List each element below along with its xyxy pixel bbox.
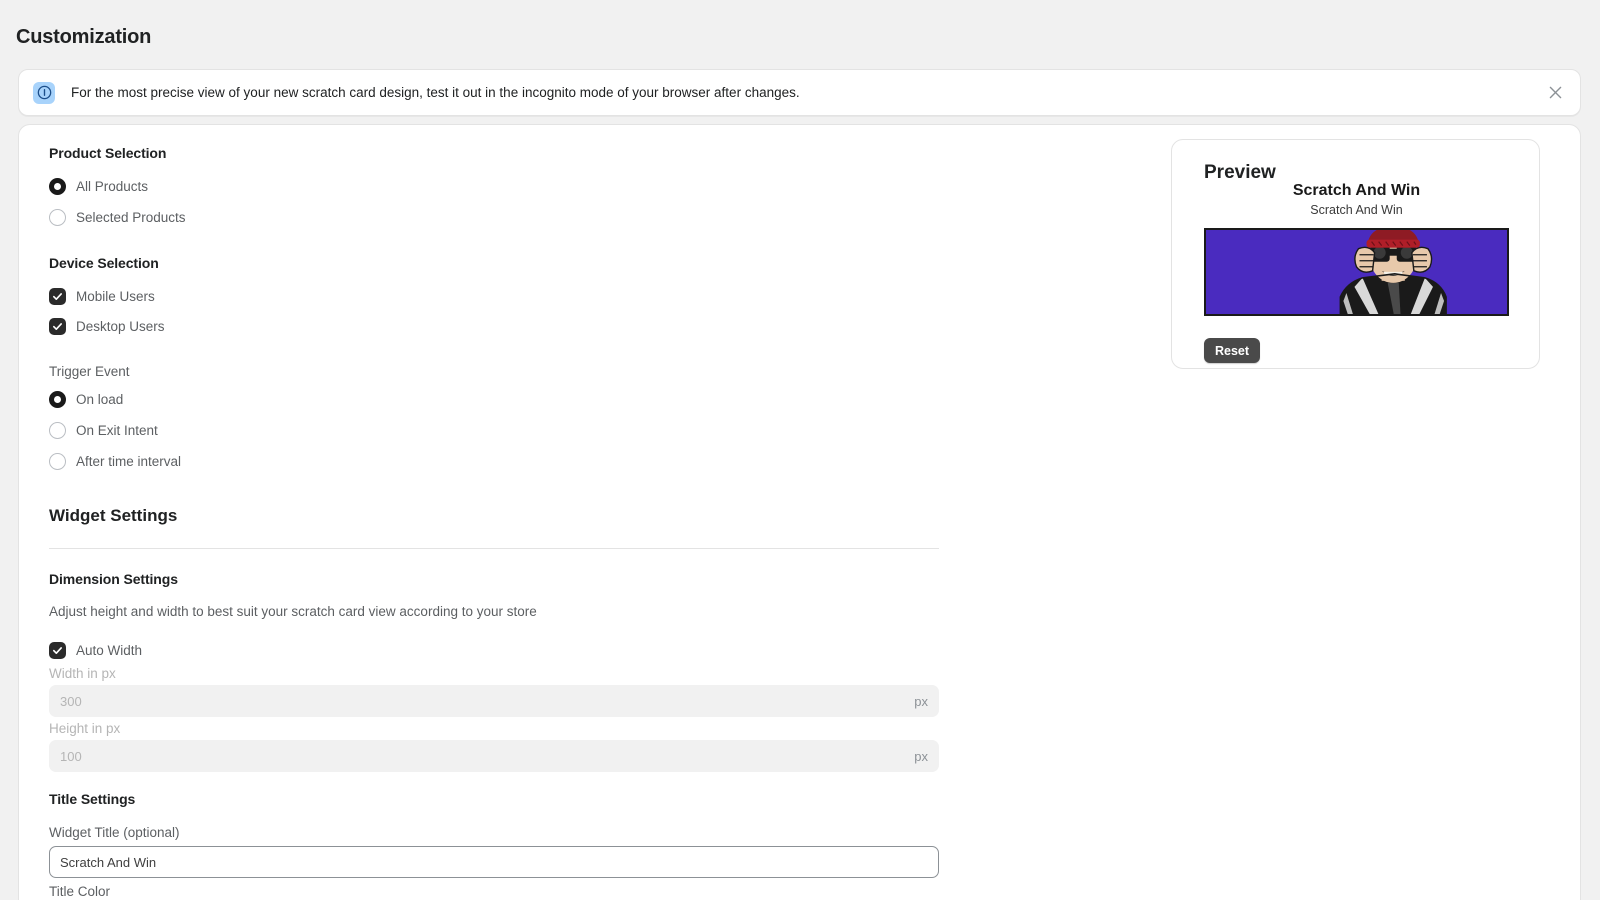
checkbox-desktop-users[interactable]: Desktop Users bbox=[49, 314, 954, 338]
width-field-label: Width in px bbox=[49, 666, 116, 681]
radio-selected-products[interactable]: Selected Products bbox=[49, 205, 954, 229]
radio-label: Selected Products bbox=[76, 209, 186, 225]
dimension-settings-heading: Dimension Settings bbox=[49, 571, 178, 587]
checkbox-auto-width[interactable]: Auto Width bbox=[49, 638, 954, 662]
trigger-event-label: Trigger Event bbox=[49, 364, 130, 379]
checkbox-label: Desktop Users bbox=[76, 318, 165, 334]
widget-title-input[interactable]: Scratch And Win bbox=[49, 846, 939, 878]
radio-label: On Exit Intent bbox=[76, 422, 158, 438]
widget-title-input-value: Scratch And Win bbox=[60, 854, 157, 870]
height-input-value: 100 bbox=[60, 748, 82, 764]
customization-card: Product Selection All Products Selected … bbox=[18, 124, 1581, 900]
width-input[interactable]: 300 px bbox=[49, 685, 939, 717]
height-input[interactable]: 100 px bbox=[49, 740, 939, 772]
height-field-label: Height in px bbox=[49, 721, 121, 736]
dimension-settings-help: Adjust height and width to best suit you… bbox=[49, 604, 537, 619]
radio-indicator bbox=[49, 390, 66, 408]
page-title: Customization bbox=[16, 26, 152, 48]
scratch-card-area[interactable] bbox=[1204, 228, 1509, 316]
radio-indicator bbox=[49, 208, 66, 226]
radio-label: All Products bbox=[76, 178, 149, 194]
title-color-label: Title Color bbox=[49, 884, 111, 899]
radio-indicator bbox=[49, 421, 66, 439]
radio-on-exit-intent[interactable]: On Exit Intent bbox=[49, 418, 954, 442]
checkbox-indicator bbox=[49, 317, 66, 335]
width-input-value: 300 bbox=[60, 693, 82, 709]
person-with-binoculars-illustration bbox=[1206, 230, 1507, 314]
radio-all-products[interactable]: All Products bbox=[49, 174, 954, 198]
device-selection-heading: Device Selection bbox=[49, 255, 159, 271]
width-input-suffix: px bbox=[914, 693, 928, 709]
title-settings-heading: Title Settings bbox=[49, 791, 136, 807]
reset-button[interactable]: Reset bbox=[1204, 338, 1261, 363]
close-icon[interactable] bbox=[1544, 82, 1566, 104]
preview-widget-heading: Scratch And Win bbox=[1292, 182, 1421, 199]
preview-widget: Scratch And Win Scratch And Win bbox=[1204, 180, 1509, 316]
height-input-suffix: px bbox=[914, 748, 928, 764]
checkbox-label: Mobile Users bbox=[76, 288, 155, 304]
radio-label: After time interval bbox=[76, 453, 182, 469]
widget-settings-heading: Widget Settings bbox=[49, 506, 178, 525]
radio-on-load[interactable]: On load bbox=[49, 387, 954, 411]
customization-page: Customization For the most precise view … bbox=[0, 0, 1600, 900]
info-banner: For the most precise view of your new sc… bbox=[18, 69, 1581, 116]
widget-title-label: Widget Title (optional) bbox=[49, 825, 180, 840]
radio-after-time-interval[interactable]: After time interval bbox=[49, 449, 954, 473]
checkbox-indicator bbox=[49, 287, 66, 305]
checkbox-mobile-users[interactable]: Mobile Users bbox=[49, 284, 954, 308]
preview-panel: Preview Scratch And Win Scratch And Win bbox=[1171, 139, 1540, 369]
checkbox-indicator bbox=[49, 641, 66, 659]
radio-indicator bbox=[49, 177, 66, 195]
settings-column: Product Selection All Products Selected … bbox=[49, 145, 954, 900]
checkbox-label: Auto Width bbox=[76, 642, 143, 658]
radio-label: On load bbox=[76, 391, 124, 407]
preview-widget-subheading: Scratch And Win bbox=[1310, 203, 1403, 217]
radio-indicator bbox=[49, 452, 66, 470]
info-circle-icon bbox=[33, 81, 55, 104]
info-banner-message: For the most precise view of your new sc… bbox=[71, 85, 800, 100]
product-selection-heading: Product Selection bbox=[49, 145, 167, 161]
